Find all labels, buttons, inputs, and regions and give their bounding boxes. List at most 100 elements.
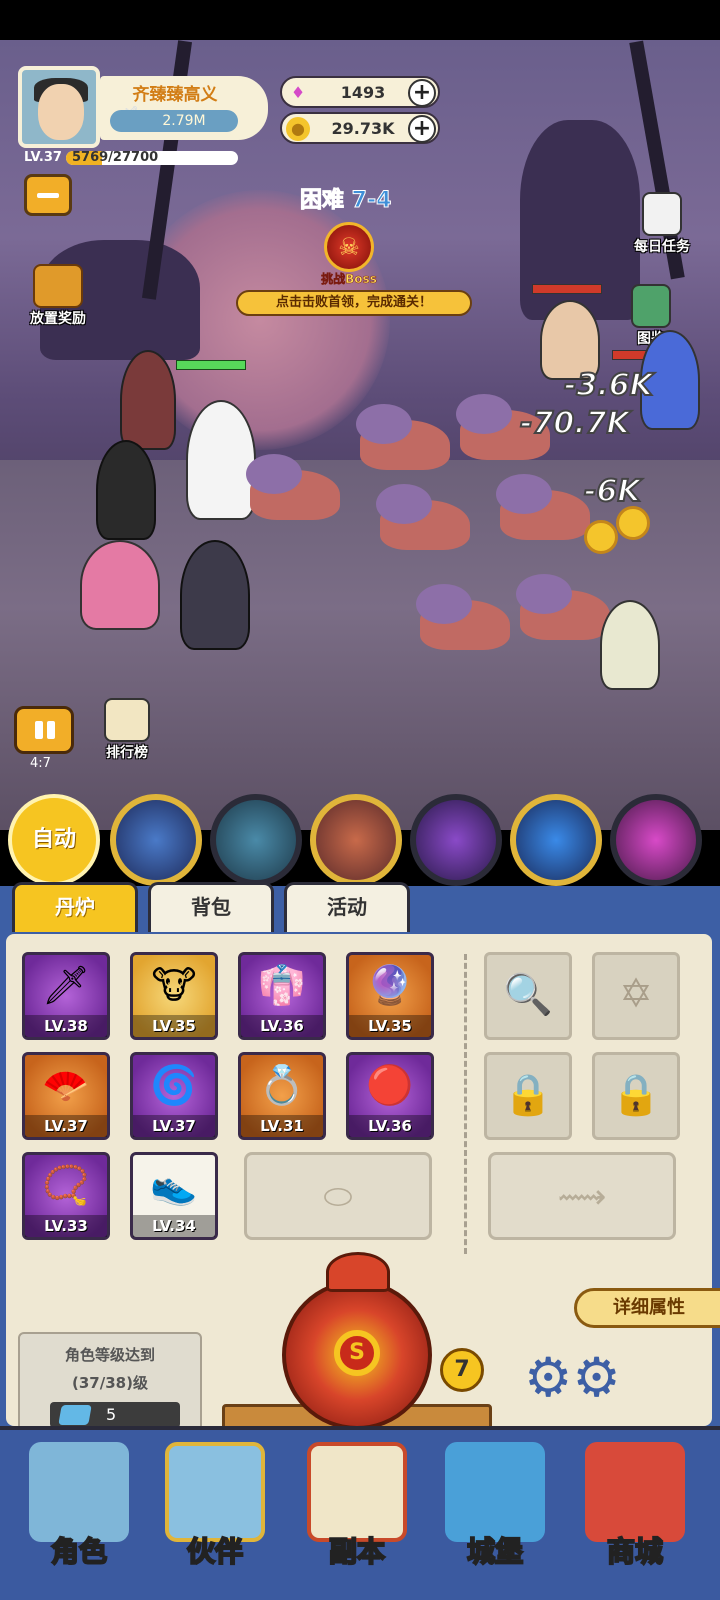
ring-icon: 💍 <box>258 1063 306 1107</box>
damage-number: -70.7K <box>519 405 631 442</box>
alchemy-panel-area: 丹炉 背包 活动 🗡 LV.38 🐮 LV.35 👘 LV.36 🔮 LV.35 🪭 LV… <box>0 882 720 1454</box>
fan-icon: 🪭 <box>42 1063 90 1107</box>
nav-partner[interactable]: 伙伴 <box>150 1434 280 1600</box>
blue-flame-skill-icon[interactable] <box>510 794 602 886</box>
beast-mask-icon: 🐮 <box>151 963 197 1007</box>
menu-button[interactable] <box>24 174 72 216</box>
detail-attributes-button[interactable]: 详细属性 <box>574 1288 720 1328</box>
daily-tasks-label: 每日任务 <box>634 239 690 255</box>
ticket-count: 5 <box>106 1405 117 1424</box>
battle-speed: 4:7 <box>30 756 51 771</box>
character-icon <box>29 1442 129 1542</box>
tab-furnace[interactable]: 丹炉 <box>12 882 138 932</box>
alchemy-panel: 🗡 LV.38 🐮 LV.35 👘 LV.36 🔮 LV.35 🪭 LV.37 🌀 LV.3… <box>6 934 720 1454</box>
robe-icon: 👘 <box>258 963 306 1007</box>
exp-text: 5769/27700 <box>72 150 159 165</box>
empty-wide-slot[interactable]: ⬭ <box>244 1152 432 1240</box>
player-avatar[interactable] <box>18 66 100 148</box>
partner-icon <box>165 1442 265 1542</box>
equipment-slot[interactable]: 🪭 LV.37 <box>22 1052 110 1140</box>
vortex-skill-icon[interactable] <box>410 794 502 886</box>
add-gold-button[interactable]: + <box>408 115 436 143</box>
locked-slot[interactable]: 🔒 <box>592 1052 680 1140</box>
idle-reward-button[interactable]: 放置奖励 <box>18 264 98 328</box>
challenge-boss-button[interactable]: ☠ <box>324 222 374 272</box>
equipment-slot[interactable]: 👘 LV.36 <box>238 952 326 1040</box>
hero-blue-hair <box>180 540 250 650</box>
hero-official <box>120 350 176 450</box>
equipment-level: LV.31 <box>241 1115 323 1137</box>
wolf-enemy <box>376 484 470 550</box>
leaderboard-label: 排行榜 <box>106 745 148 761</box>
equipment-level: LV.37 <box>25 1115 107 1137</box>
furnace-swirl-icon: S <box>334 1330 380 1376</box>
spear-icon: ⟿ <box>557 1177 607 1217</box>
mirror-icon: 🔍 <box>503 972 553 1018</box>
shoes-icon: 👟 <box>150 1163 198 1207</box>
lightning-skill-icon[interactable] <box>110 794 202 886</box>
idle-reward-label: 放置奖励 <box>30 311 86 327</box>
equipment-slot[interactable]: 🗡 LV.38 <box>22 952 110 1040</box>
damage-number: -6K <box>583 473 642 510</box>
equipment-slot[interactable]: 💍 LV.31 <box>238 1052 326 1140</box>
battle-scene[interactable]: 齐臻臻高义 🗡 2.79M LV.37 5769/27700 ♦ 1493 + … <box>0 40 720 830</box>
minus-icon <box>37 193 59 198</box>
weapon-slot[interactable]: ⟿ <box>488 1152 676 1240</box>
hexagram-slot[interactable]: ✡ <box>592 952 680 1040</box>
nav-label: 商城 <box>606 1534 664 1569</box>
shop-icon <box>585 1442 685 1542</box>
equipment-slot[interactable]: 🔴 LV.36 <box>346 1052 434 1140</box>
nav-dungeon[interactable]: 副本 <box>292 1434 422 1600</box>
dropped-coin <box>584 520 618 554</box>
necklace-icon: 📿 <box>42 1163 90 1207</box>
wolf-enemy <box>356 404 450 470</box>
equipment-level: LV.36 <box>349 1115 431 1137</box>
equipment-slot[interactable]: 📿 LV.33 <box>22 1152 110 1240</box>
boss-hint-banner: 点击击败首领，完成通关！ <box>236 290 472 316</box>
swirl-orb-icon: 🌀 <box>150 1063 198 1107</box>
dropped-coin <box>616 506 650 540</box>
locked-slot[interactable]: 🔒 <box>484 1052 572 1140</box>
boss-label: 挑战Boss <box>321 272 377 287</box>
podium-icon <box>104 698 150 742</box>
equipment-slot[interactable]: 🔮 LV.35 <box>346 952 434 1040</box>
avatar-face <box>38 84 84 140</box>
nav-character[interactable]: 角色 <box>14 1434 144 1600</box>
sigil-icon: ⬭ <box>323 1177 353 1217</box>
hero-lotus-monk <box>80 540 160 630</box>
dungeon-scroll-icon <box>307 1442 407 1542</box>
beast-skill-icon[interactable] <box>310 794 402 886</box>
daily-tasks-button[interactable]: 每日任务 <box>612 192 712 256</box>
lock-icon: 🔒 <box>611 1072 661 1118</box>
auto-battle-button[interactable]: 自动 <box>8 794 100 886</box>
demon-face-icon: ☠ <box>338 233 360 261</box>
pause-button[interactable] <box>14 706 74 754</box>
ticket-icon <box>58 1405 92 1425</box>
nav-shop[interactable]: 商城 <box>570 1434 700 1600</box>
enemy-soldier <box>600 600 660 690</box>
tab-backpack[interactable]: 背包 <box>148 882 274 932</box>
add-gems-button[interactable]: + <box>408 79 436 107</box>
leaderboard-button[interactable]: 排行榜 <box>92 698 162 762</box>
orb-icon: 🔮 <box>366 963 414 1007</box>
pink-swirl-skill-icon[interactable] <box>610 794 702 886</box>
skill-bar: 自动 <box>0 790 720 886</box>
dragon-skill-icon[interactable] <box>210 794 302 886</box>
wolf-enemy <box>516 574 610 640</box>
nav-label: 伙伴 <box>186 1534 244 1569</box>
furnace-level-badge[interactable]: 7 <box>440 1348 484 1392</box>
nav-label: 角色 <box>50 1534 108 1569</box>
divider <box>464 954 467 1254</box>
gear-icon[interactable]: ⚙⚙ <box>524 1348 621 1408</box>
mirror-slot[interactable]: 🔍 <box>484 952 572 1040</box>
equipment-slot[interactable]: 🐮 LV.35 <box>130 952 218 1040</box>
ticket-counter: 5 <box>50 1402 180 1428</box>
gold-counter: ● 29.73K + <box>280 112 440 144</box>
tab-events[interactable]: 活动 <box>284 882 410 932</box>
sword-icon: 🗡 <box>41 963 91 1007</box>
equipment-slot[interactable]: 👟 LV.34 <box>130 1152 218 1240</box>
nav-label: 城堡 <box>466 1534 524 1569</box>
nav-castle[interactable]: 城堡 <box>430 1434 560 1600</box>
condition-text: 角色等级达到 <box>64 1346 155 1364</box>
equipment-slot[interactable]: 🌀 LV.37 <box>130 1052 218 1140</box>
